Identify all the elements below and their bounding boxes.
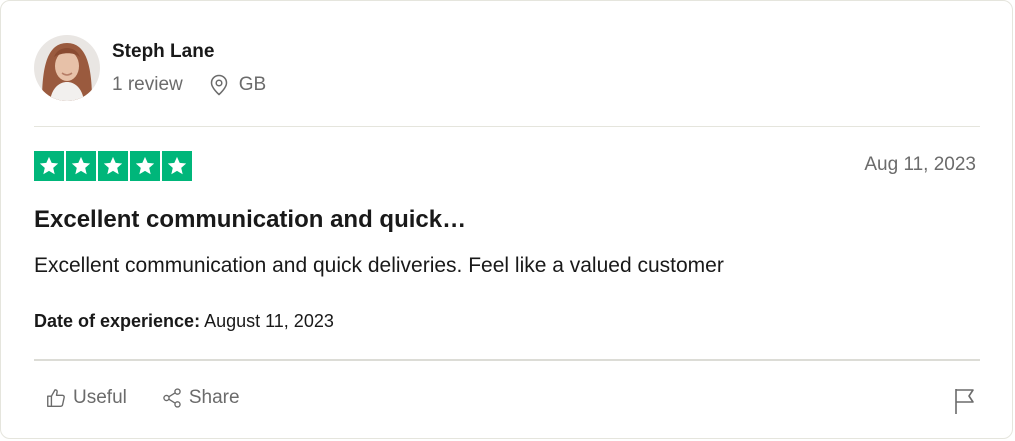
star-rating	[34, 151, 192, 181]
share-label: Share	[188, 387, 240, 408]
review-card: Steph Lane 1 review GB Aug 11, 2023 Exce…	[0, 0, 1013, 439]
avatar[interactable]	[34, 35, 100, 101]
star-icon	[98, 151, 128, 181]
flag-icon	[955, 389, 974, 414]
location-pin-icon	[209, 74, 229, 96]
experience-date: August 11, 2023	[204, 311, 334, 331]
thumbs-up-icon	[47, 389, 65, 407]
star-icon	[66, 151, 96, 181]
divider	[34, 359, 980, 361]
useful-label: Useful	[73, 387, 127, 408]
review-date: Aug 11, 2023	[864, 154, 976, 175]
divider	[34, 126, 980, 127]
share-button[interactable]: Share	[161, 387, 240, 409]
date-of-experience: Date of experience: August 11, 2023	[34, 311, 334, 332]
star-icon	[162, 151, 192, 181]
share-icon	[163, 388, 181, 408]
useful-button[interactable]: Useful	[45, 387, 127, 409]
review-body: Excellent communication and quick delive…	[34, 254, 724, 277]
consumer-name[interactable]: Steph Lane	[112, 41, 214, 63]
review-actions: Useful Share	[45, 387, 240, 409]
review-title[interactable]: Excellent communication and quick…	[34, 206, 466, 234]
consumer-meta: 1 review GB	[112, 74, 266, 96]
consumer-location: GB	[238, 74, 267, 95]
report-flag-button[interactable]	[953, 387, 977, 415]
star-icon	[130, 151, 160, 181]
experience-label: Date of experience:	[34, 311, 201, 331]
review-count: 1 review	[112, 74, 183, 95]
star-icon	[34, 151, 64, 181]
